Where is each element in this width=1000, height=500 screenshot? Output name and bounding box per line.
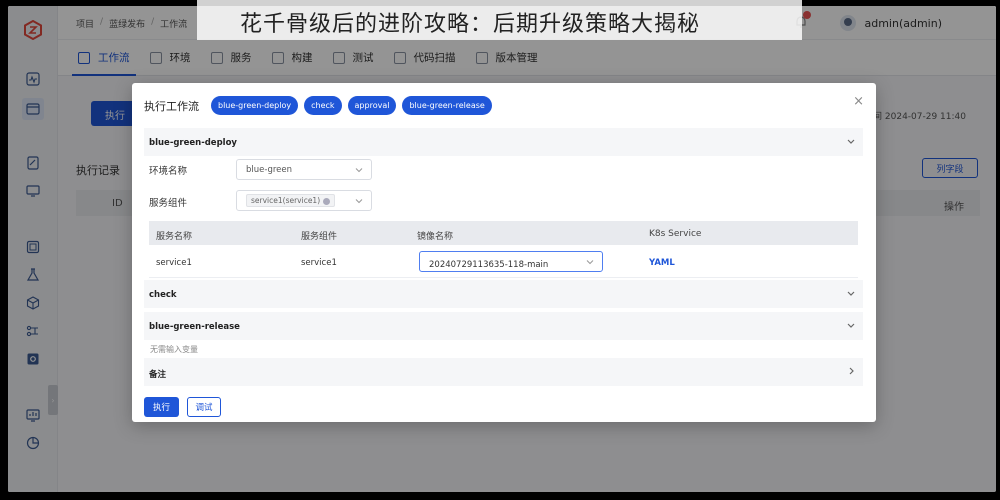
chevron-right-icon bbox=[849, 367, 854, 375]
run-button[interactable]: 执行 bbox=[144, 397, 179, 417]
service-tag: service1(service1) bbox=[246, 194, 336, 207]
table-header: 服务名称 服务组件 镜像名称 K8s Service bbox=[149, 221, 858, 245]
column-header: K8s Service bbox=[649, 229, 702, 239]
service-label: 服务组件 bbox=[149, 198, 188, 209]
chevron-down-icon bbox=[847, 291, 855, 296]
select-value: 20240729113635-118-main bbox=[429, 260, 549, 270]
env-select[interactable]: blue-green bbox=[236, 159, 372, 180]
section-header[interactable]: check bbox=[144, 280, 863, 308]
run-workflow-dialog: 执行工作流 blue-green-deploy check approval b… bbox=[132, 83, 876, 422]
title-banner: 花千骨级后的进阶攻略：后期升级策略大揭秘 bbox=[197, 0, 802, 40]
select-value: blue-green bbox=[246, 165, 292, 175]
chevron-down-icon bbox=[586, 260, 594, 265]
chevron-down-icon bbox=[355, 168, 363, 173]
stage-pill[interactable]: blue-green-release bbox=[402, 96, 492, 115]
chevron-down-icon bbox=[847, 139, 855, 144]
debug-button[interactable]: 调试 bbox=[187, 397, 221, 417]
button-label: 调试 bbox=[195, 403, 213, 413]
stage-pill[interactable]: approval bbox=[347, 96, 397, 115]
chevron-down-icon bbox=[355, 199, 363, 204]
service-component-cell: service1 bbox=[301, 258, 337, 268]
yaml-link[interactable]: YAML bbox=[649, 258, 675, 268]
section-release: blue-green-release bbox=[144, 312, 863, 340]
column-header: 服务名称 bbox=[156, 232, 193, 242]
section-remark: 备注 bbox=[144, 358, 863, 386]
service-image-table: 服务名称 服务组件 镜像名称 K8s Service service1 serv… bbox=[149, 221, 858, 278]
tag-label: service1(service1) bbox=[251, 196, 321, 205]
column-header: 服务组件 bbox=[301, 232, 338, 242]
remove-tag-icon[interactable] bbox=[323, 197, 331, 205]
dialog-header: 执行工作流 blue-green-deploy check approval b… bbox=[144, 96, 492, 115]
image-select[interactable]: 20240729113635-118-main bbox=[419, 251, 603, 272]
column-header: 镜像名称 bbox=[417, 232, 454, 242]
chevron-down-icon bbox=[847, 323, 855, 328]
service-select[interactable]: service1(service1) bbox=[236, 190, 372, 211]
section-check: check bbox=[144, 280, 863, 308]
banner-text: 花千骨级后的进阶攻略：后期升级策略大揭秘 bbox=[240, 12, 701, 37]
stage-pill[interactable]: check bbox=[304, 96, 342, 115]
service-name-cell: service1 bbox=[156, 258, 192, 268]
env-label: 环境名称 bbox=[149, 166, 188, 177]
close-icon[interactable]: × bbox=[853, 94, 864, 109]
section-deploy: blue-green-deploy bbox=[144, 128, 863, 156]
button-label: 执行 bbox=[152, 403, 170, 413]
table-row: service1 service1 20240729113635-118-mai… bbox=[149, 245, 858, 278]
section-header[interactable]: blue-green-release bbox=[144, 312, 863, 340]
dialog-title: 执行工作流 bbox=[144, 99, 199, 113]
no-variables-text: 无需输入变量 bbox=[150, 345, 198, 354]
section-title: 备注 bbox=[149, 370, 167, 380]
section-title: blue-green-release bbox=[149, 322, 240, 332]
section-title: blue-green-deploy bbox=[149, 138, 237, 148]
section-header[interactable]: blue-green-deploy bbox=[144, 128, 863, 156]
stage-pill[interactable]: blue-green-deploy bbox=[211, 96, 299, 115]
section-title: check bbox=[149, 290, 177, 300]
section-header[interactable]: 备注 bbox=[144, 358, 863, 386]
